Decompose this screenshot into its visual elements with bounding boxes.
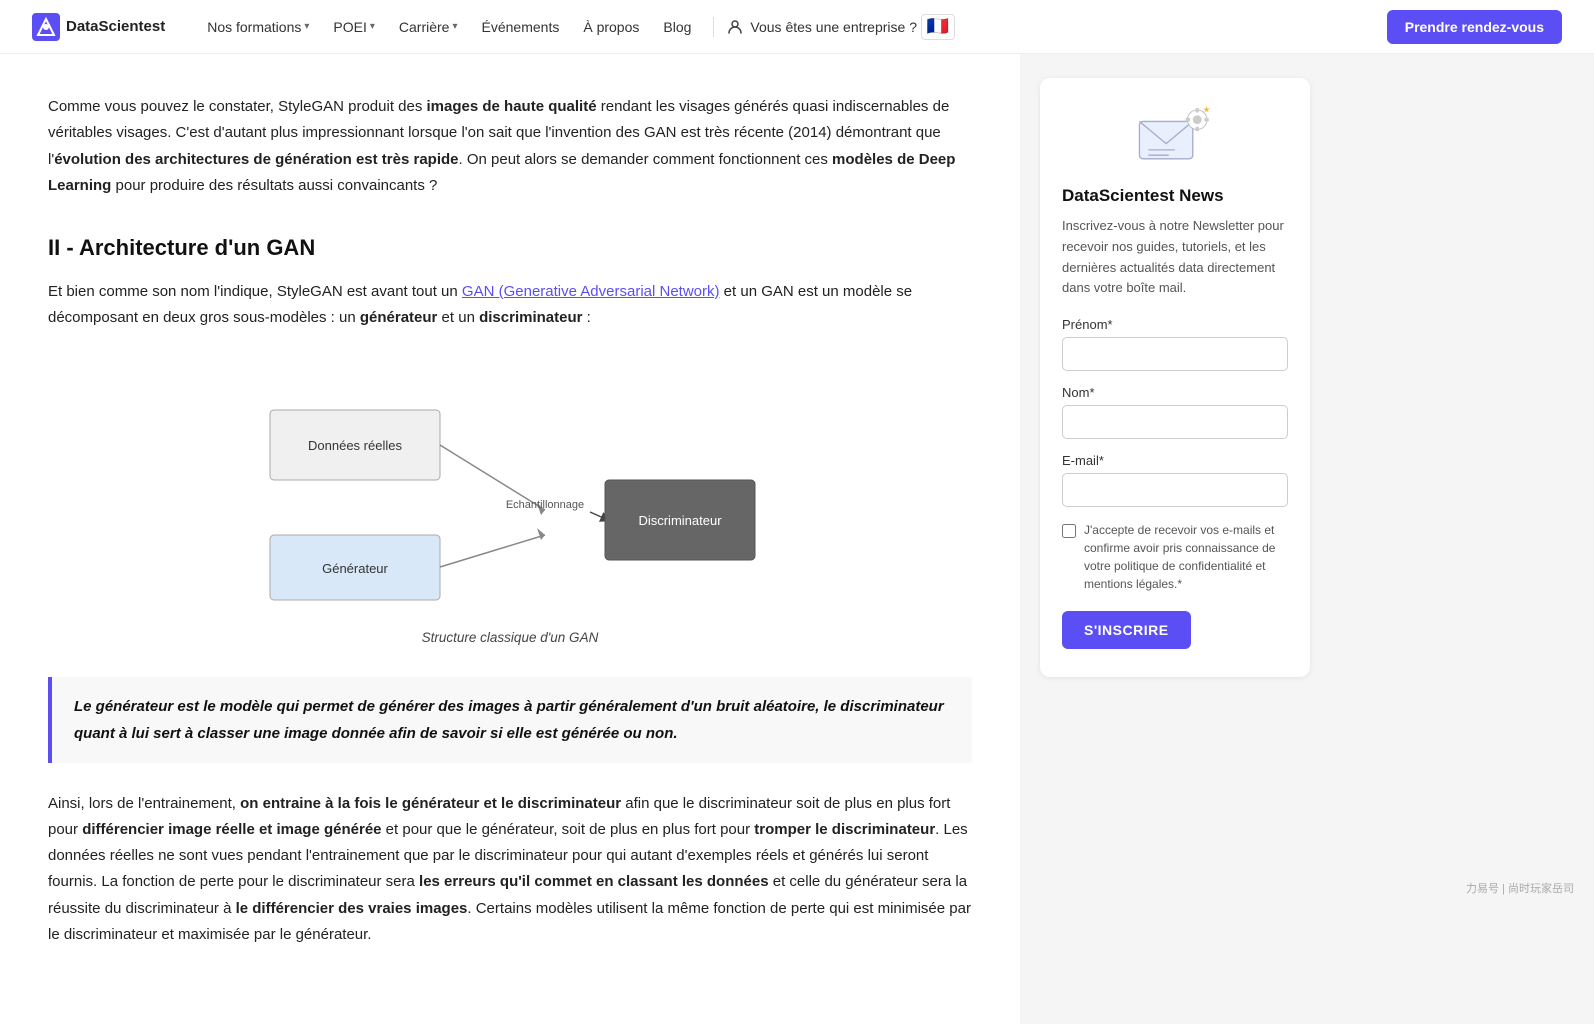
gan-diagram-container: Données réelles Générateur Echantillonna…: [48, 360, 972, 645]
logo[interactable]: DataScientest: [32, 13, 165, 41]
nav-item-blog[interactable]: Blog: [653, 13, 701, 41]
consent-label: J'accepte de recevoir vos e-mails et con…: [1084, 521, 1288, 593]
email-input[interactable]: [1062, 473, 1288, 507]
nav-item-apropos[interactable]: À propos: [573, 13, 649, 41]
gan-diagram-svg: Données réelles Générateur Echantillonna…: [250, 360, 770, 620]
header-right: Prendre rendez-vous: [1387, 10, 1562, 44]
gan-blockquote: Le générateur est le modèle qui permet d…: [48, 677, 972, 763]
newsletter-icon: ★: [1135, 102, 1215, 172]
nom-input[interactable]: [1062, 405, 1288, 439]
article-intro: Comme vous pouvez le constater, StyleGAN…: [48, 94, 972, 199]
nav-divider: [713, 17, 714, 37]
sidebar: ★ DataScientest News Inscrivez-vous à no…: [1020, 54, 1330, 1024]
nav-item-evenements[interactable]: Événements: [472, 13, 570, 41]
subscribe-button[interactable]: S'INSCRIRE: [1062, 611, 1191, 649]
chevron-down-icon: ▾: [370, 21, 375, 32]
language-flag-button[interactable]: 🇫🇷: [921, 14, 955, 40]
intro-bold-2: évolution des architectures de génératio…: [54, 151, 458, 168]
intro-text-3: . On peut alors se demander comment fonc…: [459, 151, 833, 168]
para2-bold-5: le différencier des vraies images: [236, 900, 468, 917]
enterprise-link[interactable]: Vous êtes une entreprise ?: [726, 18, 917, 36]
svg-text:Générateur: Générateur: [322, 561, 388, 576]
para2-text-3: et pour que le générateur, soit de plus …: [382, 821, 755, 838]
email-label: E-mail*: [1062, 453, 1288, 468]
chevron-down-icon: ▾: [304, 21, 309, 32]
watermark: 力易号 | 尚时玩家岳司: [1466, 880, 1574, 896]
para2-bold-4: les erreurs qu'il commet en classant les…: [419, 873, 769, 890]
nav-item-formations[interactable]: Nos formations ▾: [197, 13, 319, 41]
para1-text-3: et un: [437, 309, 479, 326]
header: DataScientest Nos formations ▾ POEI ▾ Ca…: [0, 0, 1594, 54]
para2-text-1: Ainsi, lors de l'entrainement,: [48, 795, 240, 812]
blockquote-text: Le générateur est le modèle qui permet d…: [74, 693, 950, 747]
section-title: II - Architecture d'un GAN: [48, 235, 972, 261]
svg-text:Discriminateur: Discriminateur: [638, 513, 722, 528]
nav-item-poei[interactable]: POEI ▾: [323, 13, 385, 41]
enterprise-icon: [726, 18, 744, 36]
intro-text-4: pour produire des résultats aussi convai…: [111, 177, 437, 194]
main-nav: Nos formations ▾ POEI ▾ Carrière ▾ Événe…: [197, 13, 1387, 41]
cta-rendez-vous-button[interactable]: Prendre rendez-vous: [1387, 10, 1562, 44]
diagram-caption: Structure classique d'un GAN: [422, 630, 599, 645]
prenom-field: Prénom*: [1062, 317, 1288, 371]
intro-text-1: Comme vous pouvez le constater, StyleGAN…: [48, 98, 427, 115]
newsletter-title: DataScientest News: [1062, 186, 1288, 206]
logo-text: DataScientest: [66, 18, 165, 35]
consent-row: J'accepte de recevoir vos e-mails et con…: [1062, 521, 1288, 593]
prenom-label: Prénom*: [1062, 317, 1288, 332]
gan-link[interactable]: GAN (Generative Adversarial Network): [462, 283, 720, 300]
nom-label: Nom*: [1062, 385, 1288, 400]
para1-bold-2: discriminateur: [479, 309, 582, 326]
article-para-1: Et bien comme son nom l'indique, StyleGA…: [48, 279, 972, 332]
page-wrapper: Comme vous pouvez le constater, StyleGAN…: [0, 54, 1594, 1024]
consent-checkbox[interactable]: [1062, 524, 1076, 538]
para2-bold-3: tromper le discriminateur: [754, 821, 935, 838]
newsletter-icon-wrap: ★: [1062, 102, 1288, 172]
para2-bold-2: différencier image réelle et image génér…: [82, 821, 381, 838]
nav-item-carriere[interactable]: Carrière ▾: [389, 13, 468, 41]
chevron-down-icon: ▾: [452, 21, 457, 32]
nom-field: Nom*: [1062, 385, 1288, 439]
main-content: Comme vous pouvez le constater, StyleGAN…: [0, 54, 1020, 1024]
svg-text:★: ★: [1203, 105, 1211, 115]
para1-text-1: Et bien comme son nom l'indique, StyleGA…: [48, 283, 462, 300]
article-para-2: Ainsi, lors de l'entrainement, on entrai…: [48, 791, 972, 949]
logo-icon: [32, 13, 60, 41]
para1-bold-1: générateur: [360, 309, 438, 326]
gan-diagram: Données réelles Générateur Echantillonna…: [250, 360, 770, 620]
svg-text:Echantillonnage: Echantillonnage: [506, 499, 584, 511]
svg-text:Données réelles: Données réelles: [308, 438, 402, 453]
para1-text-4: :: [582, 309, 590, 326]
newsletter-card: ★ DataScientest News Inscrivez-vous à no…: [1040, 78, 1310, 677]
intro-bold-1: images de haute qualité: [427, 98, 597, 115]
newsletter-desc: Inscrivez-vous à notre Newsletter pour r…: [1062, 216, 1288, 299]
email-field: E-mail*: [1062, 453, 1288, 507]
para2-bold-1: on entraine à la fois le générateur et l…: [240, 795, 621, 812]
prenom-input[interactable]: [1062, 337, 1288, 371]
